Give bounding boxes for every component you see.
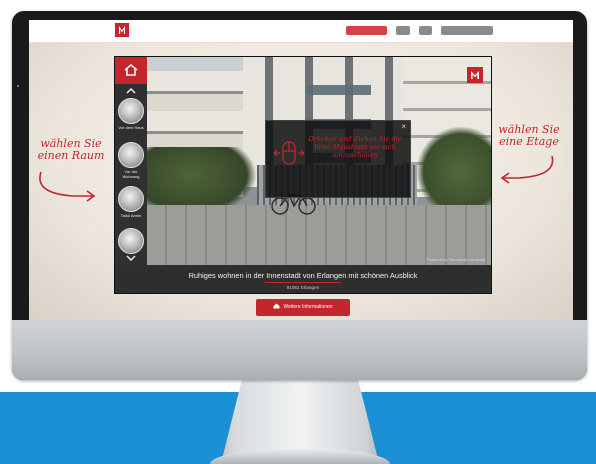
site-nav <box>346 26 493 35</box>
listing-title: Ruhiges wohnen in der Innenstadt von Erl… <box>188 271 418 280</box>
hint-choose-room: wählen Sie einen Raum <box>37 137 105 162</box>
mouse-drag-icon <box>273 141 305 165</box>
more-info-button[interactable]: Weitere Informationen <box>256 299 350 316</box>
room-thumbnail <box>118 186 144 212</box>
instruction-text: Drücken und Ziehen Sie die linke Maustas… <box>308 135 402 159</box>
nav-link-kontakt[interactable] <box>441 26 493 35</box>
room-thumbnail <box>118 228 144 254</box>
hint-choose-floor: wählen Sie eine Etage <box>498 123 560 148</box>
room-item[interactable]: Vor der Wohnung <box>118 142 144 179</box>
tour-viewer[interactable]: Vor dem Haus Vor der Wohnung Talkü Armin <box>114 56 492 294</box>
panorama-balcony <box>307 85 371 95</box>
room-label: Talkü Armin <box>120 213 142 218</box>
home-icon <box>124 64 138 76</box>
panorama-ground <box>147 205 491 265</box>
monitor-chin <box>12 320 587 380</box>
room-item[interactable] <box>118 228 144 255</box>
nav-link-karte[interactable] <box>419 26 432 35</box>
chevron-up-icon[interactable] <box>115 85 147 97</box>
site-header <box>29 20 573 43</box>
site-logo[interactable] <box>115 23 129 37</box>
home-icon <box>273 303 280 309</box>
instruction-overlay: × Drücken und Ziehen Sie die linke Maust… <box>265 120 411 198</box>
chevron-down-icon[interactable] <box>115 252 147 264</box>
home-button[interactable] <box>115 57 147 84</box>
brand-logo <box>467 67 483 83</box>
caption-divider <box>265 282 341 283</box>
listing-location: 91052 Erlangen <box>286 285 320 290</box>
more-info-label: Weitere Informationen <box>283 304 333 310</box>
nav-link-rundgang[interactable] <box>346 26 387 35</box>
room-thumbnail <box>118 142 144 168</box>
nav-link-bilder[interactable] <box>396 26 410 35</box>
hint-arrow-left-icon <box>39 171 96 202</box>
listing-caption: Ruhiges wohnen in der Innenstadt von Erl… <box>115 265 491 293</box>
hint-arrow-right-icon <box>500 155 554 184</box>
room-label: Vor der Wohnung <box>122 169 140 179</box>
room-selector: Vor dem Haus Vor der Wohnung Talkü Armin <box>115 84 147 265</box>
room-item[interactable]: Vor dem Haus <box>118 98 144 130</box>
panorama-trees-right <box>417 127 491 217</box>
close-icon[interactable]: × <box>401 123 406 131</box>
room-label: Vor dem Haus <box>118 125 144 130</box>
monitor-screen: wählen Sie einen Raum wählen Sie eine Et… <box>29 20 573 320</box>
room-item[interactable]: Talkü Armin <box>118 186 144 218</box>
room-thumbnail <box>118 98 144 124</box>
camera-dot <box>17 85 19 87</box>
photo-credit: Powered by Panorama Hausland <box>426 257 485 262</box>
